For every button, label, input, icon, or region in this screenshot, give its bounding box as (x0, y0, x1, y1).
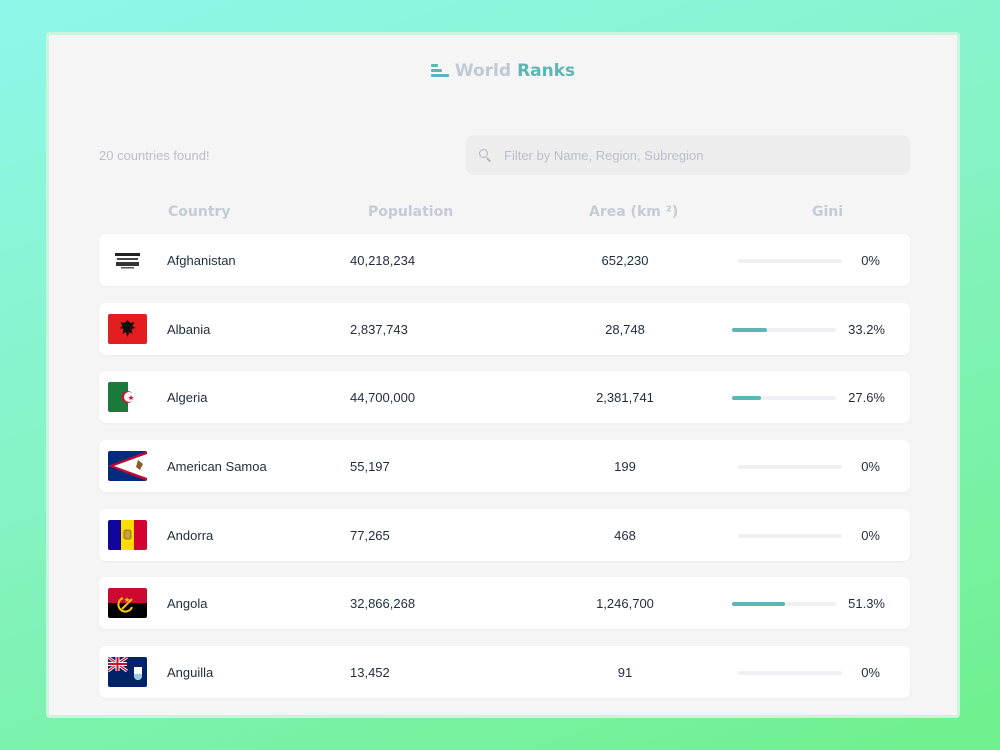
population-value: 55,197 (350, 459, 390, 475)
country-name: Anguilla (167, 665, 214, 681)
brand-word-world: World (454, 61, 512, 81)
search-input[interactable] (502, 146, 886, 164)
anguilla-flag (108, 657, 147, 688)
gini-bar (738, 259, 842, 263)
gini-value: 0% (861, 665, 880, 681)
country-name: Andorra (167, 527, 214, 543)
gini-value: 33.2% (848, 321, 885, 337)
table-row[interactable] (99, 714, 910, 715)
table-header: Country Population Area (km ²) Gini (49, 204, 957, 224)
country-name: Afghanistan (167, 253, 236, 268)
angola-flag (108, 588, 147, 619)
andorra-flag (108, 519, 147, 550)
gini-bar-fill (732, 602, 786, 607)
bar-list-icon (430, 64, 449, 78)
gini-bar (732, 396, 836, 401)
area-value: 1,246,700 (596, 596, 654, 612)
population-value: 40,218,234 (350, 253, 416, 268)
table-row[interactable]: Afghanistan 40,218,234 652,230 0% (99, 234, 910, 286)
results-count: 20 countries found! (99, 148, 210, 163)
search-box[interactable] (466, 135, 910, 175)
country-name: Albania (167, 321, 211, 337)
population-value: 44,700,000 (350, 390, 416, 406)
american-samoa-flag (108, 451, 147, 482)
afghanistan-flag (108, 245, 147, 275)
gini-bar-fill (732, 396, 761, 401)
population-value: 32,866,268 (350, 596, 416, 612)
header-area[interactable]: Area (km ²) (589, 204, 678, 220)
population-value: 77,265 (350, 527, 390, 543)
albania-flag (108, 313, 147, 344)
area-value: 2,381,741 (596, 390, 654, 406)
gini-bar (732, 602, 836, 607)
country-name: Angola (167, 596, 208, 612)
country-name: American Samoa (167, 459, 267, 475)
table-row[interactable]: Anguilla 13,452 91 0% (99, 646, 910, 699)
gini-value: 0% (861, 459, 880, 475)
table-row[interactable]: Andorra 77,265 468 0% (99, 508, 910, 561)
main-card: WorldRanks 20 countries found! Country P… (46, 32, 960, 718)
area-value: 28,748 (605, 321, 645, 337)
header-population[interactable]: Population (368, 204, 453, 220)
gini-bar (732, 327, 836, 332)
table-row[interactable]: Angola 32,866,268 1,246,700 51.3% (99, 577, 910, 630)
population-value: 13,452 (350, 665, 390, 681)
area-value: 468 (614, 527, 636, 543)
population-value: 2,837,743 (350, 321, 408, 337)
gini-value: 27.6% (848, 390, 885, 406)
gini-value: 0% (861, 527, 880, 543)
area-value: 199 (614, 459, 636, 475)
area-value: 91 (617, 665, 633, 681)
country-name: Algeria (167, 390, 208, 406)
table-row[interactable]: American Samoa 55,197 199 0% (99, 440, 910, 493)
country-list: Afghanistan 40,218,234 652,230 0% Albani… (99, 234, 910, 715)
table-row[interactable]: Algeria 44,700,000 2,381,741 27.6% (99, 371, 910, 424)
gini-value: 51.3% (848, 596, 885, 612)
gini-bar (738, 533, 842, 538)
gini-bar (738, 465, 842, 470)
app-brand: World Ranks (49, 61, 957, 81)
header-country[interactable]: Country (168, 204, 231, 220)
gini-bar (738, 671, 842, 676)
algeria-flag (108, 382, 147, 413)
gini-value: 0% (861, 253, 880, 268)
area-value: 652,230 (601, 253, 649, 268)
search-icon (478, 148, 492, 162)
table-row[interactable]: Albania 2,837,743 28,748 33.2% (99, 302, 910, 355)
header-gini[interactable]: Gini (812, 204, 843, 220)
brand-word-ranks: Ranks (517, 61, 576, 81)
gini-bar-fill (732, 327, 767, 332)
